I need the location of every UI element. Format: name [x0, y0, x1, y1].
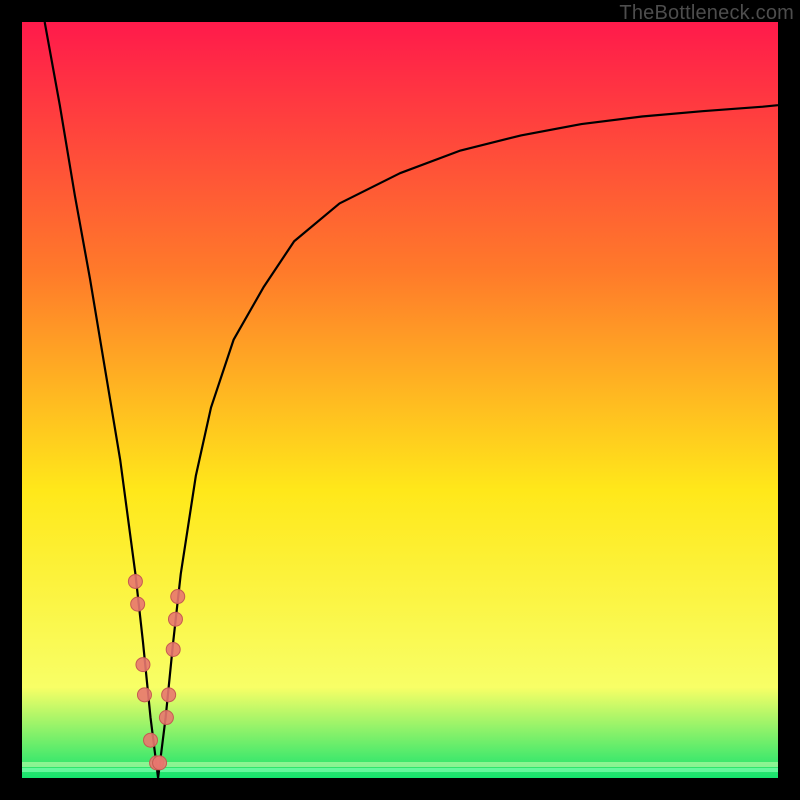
data-marker: [171, 590, 185, 604]
data-marker: [144, 733, 158, 747]
data-marker: [153, 756, 167, 770]
watermark-text: TheBottleneck.com: [619, 2, 794, 25]
band-highlight-2: [22, 768, 778, 772]
data-marker: [136, 658, 150, 672]
plot-area: [22, 22, 778, 778]
chart-svg: [22, 22, 778, 778]
data-marker: [168, 612, 182, 626]
data-marker: [131, 597, 145, 611]
data-marker: [166, 642, 180, 656]
data-marker: [137, 688, 151, 702]
data-marker: [162, 688, 176, 702]
gradient-background: [22, 22, 778, 778]
data-marker: [128, 574, 142, 588]
data-marker: [159, 711, 173, 725]
band-highlight-1: [22, 762, 778, 767]
chart-frame: TheBottleneck.com: [0, 0, 800, 800]
